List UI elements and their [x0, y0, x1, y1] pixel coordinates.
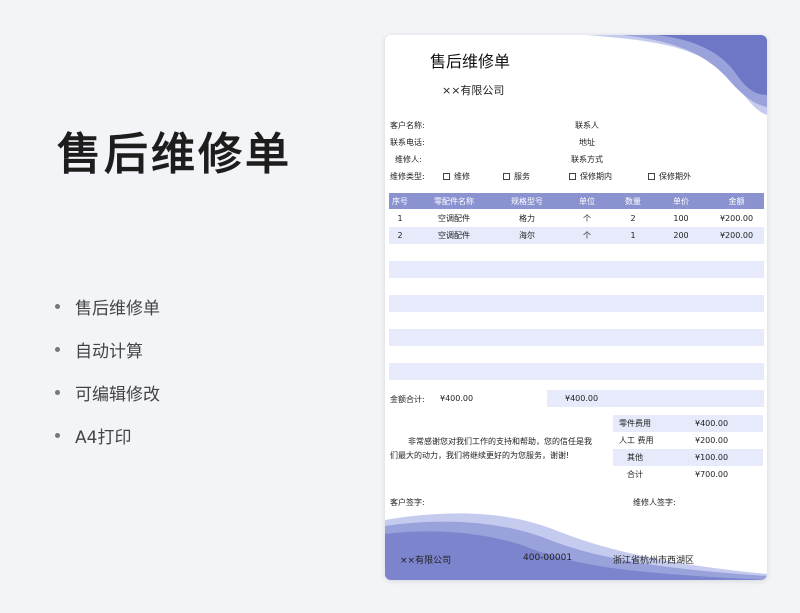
customer-name-label: 客户名称:	[390, 121, 425, 130]
repair-type-option[interactable]: 保修期内	[569, 171, 612, 182]
repair-type-option[interactable]: 维修	[443, 171, 470, 182]
col-header: 单位	[579, 196, 595, 206]
col-header: 序号	[392, 196, 408, 206]
customer-sign-label: 客户签字:	[390, 498, 425, 507]
repair-type-option[interactable]: 服务	[503, 171, 530, 182]
checkbox-icon[interactable]	[503, 173, 510, 180]
checkbox-icon[interactable]	[648, 173, 655, 180]
parts-table-header: 序号 零配件名称 规格型号 单位 数量 单价 金额	[389, 193, 764, 209]
address-label: 地址	[579, 138, 595, 147]
cost-row[interactable]: 人工 费用 ¥200.00	[613, 432, 763, 449]
phone-label: 联系电话:	[390, 138, 425, 147]
doc-title: 售后维修单	[430, 52, 511, 71]
bullet-icon	[55, 390, 60, 395]
repair-type-option[interactable]: 保修期外	[648, 171, 691, 182]
repair-type-label: 维修类型:	[390, 172, 425, 181]
col-header: 规格型号	[511, 196, 543, 206]
cost-row[interactable]: 零件费用 ¥400.00	[613, 415, 763, 432]
table-row[interactable]	[389, 244, 764, 261]
table-row[interactable]	[389, 261, 764, 278]
table-row[interactable]	[389, 363, 764, 380]
feature-item: A4打印	[55, 414, 160, 457]
col-header: 数量	[625, 196, 641, 206]
contact-label: 联系人	[575, 121, 599, 130]
feature-item: 售后维修单	[55, 285, 160, 328]
contact-method-label: 联系方式	[571, 155, 603, 164]
thanks-message: 非常感谢您对我们工作的支持和帮助，您的信任是我们最大的动力，我们将继续更好的为您…	[390, 437, 592, 460]
cost-row[interactable]: 合计 ¥700.00	[613, 466, 763, 483]
footer-company: ××有限公司	[400, 556, 452, 566]
cost-row[interactable]: 其他 ¥100.00	[613, 449, 763, 466]
table-row[interactable]: 1 空调配件 格力 个 2 100 ¥200.00	[389, 210, 764, 227]
feature-item: 可编辑修改	[55, 371, 160, 414]
bullet-icon	[55, 347, 60, 352]
bottom-wave-decoration	[385, 513, 767, 580]
table-row[interactable]	[389, 295, 764, 312]
checkbox-icon[interactable]	[569, 173, 576, 180]
checkbox-icon[interactable]	[443, 173, 450, 180]
bullet-icon	[55, 433, 60, 438]
page-title: 售后维修单	[57, 129, 292, 180]
table-row[interactable]	[389, 346, 764, 363]
col-header: 金额	[728, 196, 745, 206]
bullet-icon	[55, 304, 60, 309]
total-value-2: ¥400.00	[565, 394, 599, 403]
footer-address: 浙江省杭州市西湖区	[613, 556, 695, 566]
table-row[interactable]	[389, 329, 764, 346]
footer-phone: 400-00001	[523, 553, 573, 563]
col-header: 单价	[673, 196, 689, 206]
col-header: 零配件名称	[434, 196, 474, 206]
repair-form-preview[interactable]: 售后维修单 ××有限公司 客户名称: 联系人 联系电话: 地址 维修人: 联系方…	[385, 35, 767, 580]
repairer-label: 维修人:	[395, 155, 422, 164]
table-row[interactable]	[389, 312, 764, 329]
feature-list: 售后维修单 自动计算 可编辑修改 A4打印	[55, 285, 160, 457]
feature-item: 自动计算	[55, 328, 160, 371]
total-value: ¥400.00	[440, 394, 474, 403]
table-row[interactable]	[389, 278, 764, 295]
doc-company: ××有限公司	[442, 84, 505, 97]
top-wave-decoration	[587, 35, 767, 115]
repairer-sign-label: 维修人签字:	[633, 498, 676, 507]
table-row[interactable]: 2 空调配件 海尔 个 1 200 ¥200.00	[389, 227, 764, 244]
total-label: 金额合计:	[390, 395, 425, 404]
